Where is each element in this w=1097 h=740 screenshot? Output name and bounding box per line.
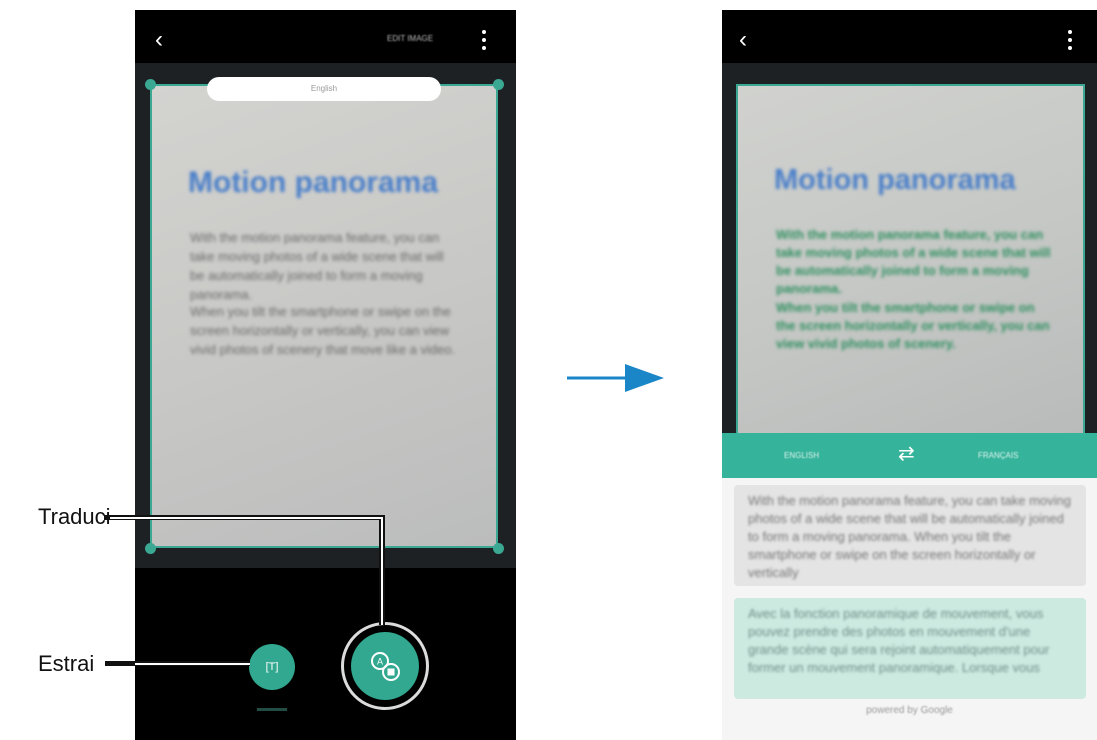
crop-handle[interactable] [145, 543, 156, 554]
source-language-button[interactable]: ENGLISH [784, 451, 819, 460]
translated-paragraph: With the motion panorama feature, you ca… [776, 227, 1051, 296]
document-paragraph: With the motion panorama feature, you ca… [190, 230, 444, 302]
right-phone-screen: ‹ Motion panorama With the motion panora… [722, 10, 1097, 740]
more-options-icon[interactable] [1068, 30, 1072, 54]
bottom-controls: [T] A [135, 568, 516, 740]
back-chevron-icon[interactable]: ‹ [155, 28, 163, 52]
swap-languages-icon[interactable]: ⇄ [898, 441, 915, 466]
right-arrow-icon [567, 364, 664, 392]
document-crop-frame[interactable]: Motion panorama With the motion panorama… [150, 84, 498, 548]
callout-line [135, 662, 250, 665]
more-options-icon[interactable] [482, 30, 486, 54]
document-title: Motion panorama [188, 166, 439, 199]
document-paragraph: When you tilt the smartphone or swipe on… [190, 304, 456, 357]
translated-document-preview: Motion panorama With the motion panorama… [736, 84, 1085, 433]
callout-line [381, 516, 383, 625]
translated-paragraph: When you tilt the smartphone or swipe on… [776, 300, 1050, 351]
translated-text-card: Avec la fonction panoramique de mouvemen… [734, 598, 1086, 699]
camera-view: Motion panorama With the motion panorama… [722, 63, 1097, 433]
crop-handle[interactable] [145, 79, 156, 90]
extract-button[interactable]: [T] [249, 644, 295, 690]
powered-by-label: powered by Google [866, 705, 953, 716]
language-bar: ENGLISH ⇄ FRANÇAIS [722, 433, 1097, 478]
top-bar: ‹ EDIT IMAGE [135, 10, 516, 63]
translated-text: Avec la fonction panoramique de mouvemen… [748, 606, 1050, 675]
svg-text:A: A [377, 657, 383, 667]
target-language-button[interactable]: FRANÇAIS [978, 451, 1018, 460]
back-chevron-icon[interactable]: ‹ [739, 28, 747, 52]
mode-indicator [257, 708, 287, 711]
callout-translate-label: Traduci [38, 504, 111, 529]
source-text-card: With the motion panorama feature, you ca… [734, 485, 1086, 586]
crop-handle[interactable] [493, 79, 504, 90]
left-phone-screen: ‹ EDIT IMAGE Motion panorama With the mo… [135, 10, 516, 740]
callout-line [110, 516, 383, 519]
translate-button-ring[interactable]: A [341, 622, 429, 710]
extract-text-icon: [T] [265, 661, 279, 673]
crop-handle[interactable] [493, 543, 504, 554]
source-text: With the motion panorama feature, you ca… [748, 493, 1072, 580]
translate-button[interactable]: A [351, 632, 419, 700]
camera-view: Motion panorama With the motion panorama… [135, 63, 516, 568]
translate-icon: A [371, 652, 400, 681]
edit-image-button[interactable]: EDIT IMAGE [387, 34, 433, 43]
callout-extract-label: Estrai [38, 651, 95, 676]
language-selector[interactable]: English [207, 77, 441, 101]
top-bar: ‹ [722, 10, 1097, 63]
document-title: Motion panorama [774, 164, 1016, 196]
